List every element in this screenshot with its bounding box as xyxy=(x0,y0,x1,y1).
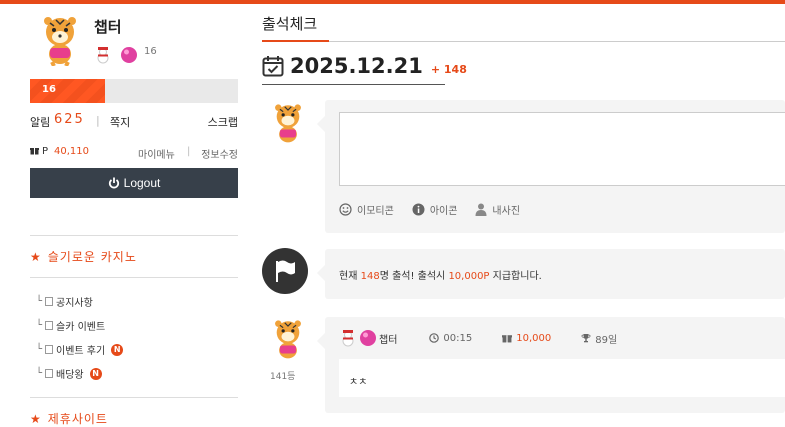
level-small: 16 xyxy=(144,46,157,57)
trophy-icon xyxy=(581,334,591,343)
my-photo-button[interactable]: 내사진 xyxy=(475,202,520,217)
new-badge: N xyxy=(111,343,124,356)
menu-item-notice[interactable]: └ 공지사항 xyxy=(36,294,93,309)
menu-item-dividend-king[interactable]: └ 배당왕 N xyxy=(36,366,102,381)
notice-text: 현재 xyxy=(339,271,361,282)
tiger-avatar[interactable] xyxy=(36,14,84,66)
tree-branch-icon: └ xyxy=(36,344,43,355)
notice-points: 10,000P xyxy=(448,271,490,282)
menu-item-label: 공지사항 xyxy=(56,298,93,309)
attendance-notice-card: 현재 148명 출석! 출석시 10,000P 지급합니다. xyxy=(317,249,785,299)
section-title-casino[interactable]: ★ 슬기로운 카지노 xyxy=(30,248,137,265)
title-accent-underline xyxy=(262,40,329,42)
calendar-check-icon xyxy=(262,56,284,77)
menu-item-event-review[interactable]: └ 이벤트 후기 N xyxy=(36,342,124,357)
attendance-notice: 현재 148명 출석! 출석시 10,000P 지급합니다. xyxy=(339,267,542,282)
memo-link[interactable]: 쪽지 xyxy=(110,114,130,130)
tree-branch-icon: └ xyxy=(36,296,43,307)
entry-comment: ㅊㅊ xyxy=(349,377,368,388)
smile-icon xyxy=(339,203,352,216)
gift-icon xyxy=(30,146,39,158)
alarm-link[interactable]: 알림 xyxy=(30,114,50,130)
scrap-link[interactable]: 스크랩 xyxy=(208,114,238,130)
entry-points-value: 10,000 xyxy=(516,332,552,344)
sidebar: 챕터 16 16 알림 625 | 쪽지 스크랩 P 40,110 마이메뉴 |… xyxy=(30,4,238,427)
notice-text: 명 출석! 출석시 xyxy=(379,271,449,282)
comment-tools: 이모티콘 아이콘 내사진 xyxy=(339,202,520,217)
attendance-entry-card: 챕터 00:15 10,000 89일 ㅊㅊ xyxy=(317,317,785,413)
document-icon xyxy=(45,297,54,306)
section-title-partners[interactable]: ★ 제휴사이트 xyxy=(30,410,108,427)
entry-time-value: 00:15 xyxy=(443,332,473,344)
level-number: 16 xyxy=(42,84,56,95)
info-icon xyxy=(412,203,425,216)
photo-label: 내사진 xyxy=(492,206,521,217)
document-icon xyxy=(45,321,54,330)
section-title-label: 제휴사이트 xyxy=(47,412,108,426)
snowman-icon xyxy=(342,330,354,347)
date-header: 2025.12.21 + 148 xyxy=(262,54,467,78)
tree-branch-icon: └ xyxy=(36,368,43,379)
attendance-date: 2025.12.21 xyxy=(290,54,423,78)
points-label: P xyxy=(42,146,49,157)
entry-body: ㅊㅊ xyxy=(339,359,785,397)
document-icon xyxy=(45,369,54,378)
mymenu-link[interactable]: 마이메뉴 xyxy=(138,146,175,161)
level-progress-bar: 16 xyxy=(30,79,238,103)
divider xyxy=(262,84,445,85)
snowman-icon xyxy=(97,47,109,64)
entry-time: 00:15 xyxy=(429,333,472,344)
power-icon xyxy=(108,177,119,189)
pink-orb-icon xyxy=(360,330,376,346)
entry-nickname[interactable]: 챕터 xyxy=(379,331,397,346)
notice-count: 148 xyxy=(360,271,380,282)
entry-points: 10,000 xyxy=(502,333,551,344)
divider xyxy=(30,397,238,398)
divider: | xyxy=(96,114,100,127)
logout-label: Logout xyxy=(123,176,161,190)
clock-icon xyxy=(429,333,440,343)
new-badge: N xyxy=(89,367,102,380)
tiger-avatar xyxy=(275,104,301,143)
divider xyxy=(30,277,238,278)
notice-text: 지급합니다. xyxy=(489,271,542,282)
emoticon-button[interactable]: 이모티콘 xyxy=(339,202,394,217)
tree-branch-icon: └ xyxy=(36,320,43,331)
icon-button[interactable]: 아이콘 xyxy=(412,202,458,217)
user-icon xyxy=(475,203,487,216)
menu-item-event[interactable]: └ 슬카 이벤트 xyxy=(36,318,105,333)
main-content: 출석체크 2025.12.21 + 148 이모티콘 아이콘 내사진 현재 14… xyxy=(262,4,785,427)
entry-header: 챕터 00:15 10,000 89일 xyxy=(339,329,617,347)
entry-days-value: 89일 xyxy=(595,334,618,346)
alarm-count[interactable]: 625 xyxy=(54,112,85,127)
pink-orb-icon xyxy=(121,47,137,63)
gift-icon xyxy=(502,335,513,343)
page-title: 출석체크 xyxy=(262,15,318,33)
entry-days: 89일 xyxy=(581,331,617,346)
comment-textarea[interactable] xyxy=(339,112,785,186)
divider xyxy=(30,235,238,236)
attendance-rank: 141등 xyxy=(270,372,296,382)
profile-nickname: 챕터 xyxy=(94,18,122,36)
flag-badge xyxy=(262,248,308,294)
attendance-count-badge: + 148 xyxy=(430,62,467,76)
icon-label: 아이콘 xyxy=(429,206,458,217)
flag-icon xyxy=(276,260,295,282)
logout-button[interactable]: Logout xyxy=(30,168,238,198)
document-icon xyxy=(45,345,54,354)
divider xyxy=(262,41,785,42)
divider: | xyxy=(187,146,191,157)
menu-item-label: 이벤트 후기 xyxy=(56,346,106,357)
section-title-label: 슬기로운 카지노 xyxy=(47,250,137,264)
points-value: 40,110 xyxy=(54,146,89,157)
attendance-write-card: 이모티콘 아이콘 내사진 xyxy=(317,100,785,233)
emoticon-label: 이모티콘 xyxy=(357,206,394,217)
tiger-avatar xyxy=(275,320,301,359)
menu-item-label: 배당왕 xyxy=(56,370,84,381)
star-icon: ★ xyxy=(30,412,42,426)
menu-item-label: 슬카 이벤트 xyxy=(56,322,106,333)
edit-info-link[interactable]: 정보수정 xyxy=(201,146,238,161)
star-icon: ★ xyxy=(30,250,42,264)
